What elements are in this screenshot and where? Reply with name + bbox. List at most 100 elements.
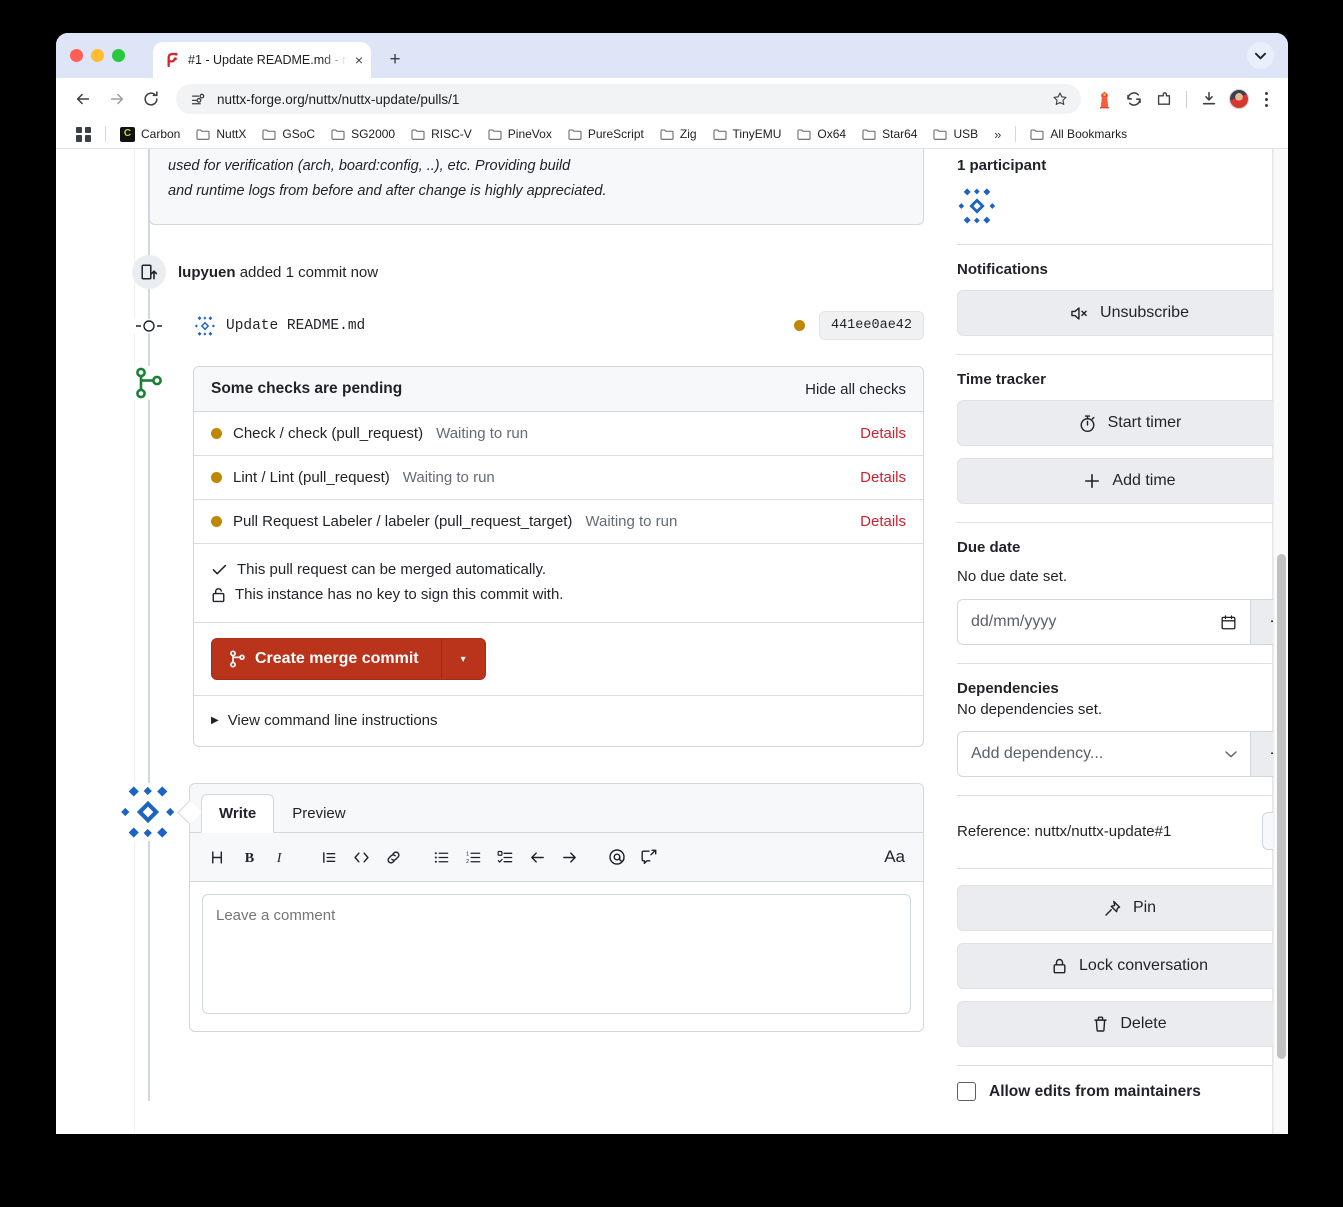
chevron-down-icon[interactable]	[1225, 750, 1237, 758]
address-bar[interactable]: nuttx-forge.org/nuttx/nuttx-update/pulls…	[176, 84, 1081, 114]
due-date-input-group: dd/mm/yyyy +	[957, 599, 1288, 645]
lock-icon	[1051, 957, 1068, 975]
bookmark-riscv[interactable]: RISC-V	[403, 124, 480, 144]
unordered-list-icon[interactable]	[426, 842, 456, 872]
scrollbar-thumb[interactable]	[1277, 554, 1286, 1059]
start-timer-button[interactable]: Start timer	[957, 400, 1288, 446]
minimize-window-button[interactable]	[91, 49, 104, 62]
comment-input[interactable]	[202, 894, 911, 1014]
check-status-icon	[211, 472, 222, 483]
pin-button[interactable]: Pin	[957, 885, 1288, 931]
reference-label: Reference: nuttx/nuttx-update#1	[957, 822, 1172, 840]
page-info-icon[interactable]	[190, 91, 207, 108]
link-icon[interactable]	[378, 842, 408, 872]
bookmark-purescript[interactable]: PureScript	[560, 124, 652, 144]
hide-all-checks-link[interactable]: Hide all checks	[805, 381, 906, 398]
arrow-right-icon[interactable]	[554, 842, 584, 872]
participant-avatar[interactable]	[957, 186, 1288, 226]
bookmark-carbon[interactable]: C Carbon	[112, 124, 188, 145]
arrow-left-icon[interactable]	[522, 842, 552, 872]
pin-label: Pin	[1132, 899, 1157, 916]
git-merge-icon	[131, 366, 165, 400]
pr-conversation: of the change is and why it is being mad…	[56, 149, 1288, 1101]
check-name[interactable]: Lint / Lint (pull_request)	[233, 469, 390, 486]
commit-message[interactable]: Update README.md	[226, 318, 365, 334]
close-window-button[interactable]	[70, 49, 83, 62]
unsubscribe-button[interactable]: Unsubscribe	[957, 290, 1288, 336]
create-merge-commit-button[interactable]: Create merge commit ▾	[211, 638, 486, 680]
bookmark-star-icon[interactable]	[1047, 86, 1073, 112]
allow-edits-checkbox[interactable]	[957, 1082, 976, 1101]
commit-author[interactable]: lupyuen	[178, 264, 236, 281]
check-details-link[interactable]: Details	[860, 513, 906, 530]
allow-edits-row[interactable]: Allow edits from maintainers	[957, 1082, 1288, 1101]
lock-conversation-button[interactable]: Lock conversation	[957, 943, 1288, 989]
quote-icon[interactable]	[314, 842, 344, 872]
lighthouse-icon[interactable]	[1091, 86, 1117, 112]
kebab-menu-icon[interactable]	[1256, 88, 1276, 110]
bookmark-label: Ox64	[817, 127, 847, 141]
tab-strip: #1 - Update README.md - nu × +	[56, 33, 1288, 78]
participants-heading: 1 participant	[957, 157, 1047, 174]
forgejo-icon	[164, 52, 180, 68]
reload-button[interactable]	[136, 84, 166, 114]
bookmark-star64[interactable]: Star64	[854, 124, 925, 144]
font-size-button[interactable]: Aa	[884, 847, 911, 867]
bookmark-gsoc[interactable]: GSoC	[254, 124, 323, 144]
bookmark-pinevox[interactable]: PineVox	[480, 124, 560, 144]
bookmark-sg2000[interactable]: SG2000	[323, 124, 403, 144]
browser-toolbar: nuttx-forge.org/nuttx/nuttx-update/pulls…	[56, 78, 1288, 120]
delete-button[interactable]: Delete	[957, 1001, 1288, 1047]
download-icon[interactable]	[1196, 86, 1222, 112]
italic-icon[interactable]: I	[266, 842, 296, 872]
bookmarks-overflow-button[interactable]: »	[986, 124, 1009, 145]
extension-icon[interactable]	[1151, 86, 1177, 112]
bookmark-usb[interactable]: USB	[925, 124, 986, 144]
check-name[interactable]: Check / check (pull_request)	[233, 425, 423, 442]
close-tab-button[interactable]: ×	[355, 53, 363, 67]
add-dependency-group: Add dependency... +	[957, 731, 1288, 777]
markdown-toolbar: B I 1 2 Aa	[190, 833, 923, 882]
task-list-icon[interactable]	[490, 842, 520, 872]
bookmark-label: GSoC	[282, 127, 316, 141]
folder-icon	[1030, 129, 1044, 140]
cli-instructions-toggle[interactable]: ▶ View command line instructions	[194, 696, 923, 746]
profile-avatar[interactable]	[1226, 86, 1252, 112]
new-tab-button[interactable]: +	[381, 46, 409, 74]
back-button[interactable]	[68, 84, 98, 114]
commit-sha[interactable]: 441ee0ae42	[818, 311, 924, 340]
apps-grid-button[interactable]	[68, 124, 99, 145]
tab-preview[interactable]: Preview	[274, 794, 363, 833]
commit-status-icon[interactable]	[793, 320, 805, 331]
due-date-input[interactable]: dd/mm/yyyy	[957, 599, 1250, 645]
chevron-down-icon[interactable]	[1247, 42, 1274, 69]
bold-icon[interactable]: B	[234, 842, 264, 872]
forward-button[interactable]	[102, 84, 132, 114]
maximize-window-button[interactable]	[112, 49, 125, 62]
vertical-scrollbar[interactable]	[1273, 149, 1288, 1134]
ordered-list-icon[interactable]: 12	[458, 842, 488, 872]
code-icon[interactable]	[346, 842, 376, 872]
check-details-link[interactable]: Details	[860, 469, 906, 486]
check-details-link[interactable]: Details	[860, 425, 906, 442]
reference-icon[interactable]	[634, 842, 664, 872]
sync-icon[interactable]	[1121, 86, 1147, 112]
dependencies-heading: Dependencies	[957, 680, 1059, 697]
browser-tab[interactable]: #1 - Update README.md - nu ×	[153, 42, 371, 78]
bookmark-nuttx[interactable]: NuttX	[188, 124, 254, 144]
add-time-button[interactable]: Add time	[957, 458, 1288, 504]
all-bookmarks-button[interactable]: All Bookmarks	[1022, 124, 1135, 144]
svg-text:I: I	[275, 850, 282, 866]
description-line-2: used for verification (arch, board:confi…	[168, 158, 571, 174]
bookmark-ox64[interactable]: Ox64	[789, 124, 854, 144]
bookmark-tinyemu[interactable]: TinyEMU	[705, 124, 790, 144]
mention-icon[interactable]	[602, 842, 632, 872]
heading-icon[interactable]	[202, 842, 232, 872]
add-dependency-select[interactable]: Add dependency...	[957, 731, 1250, 777]
bookmark-zig[interactable]: Zig	[652, 124, 705, 144]
cli-instructions-label: View command line instructions	[227, 712, 438, 729]
tab-write[interactable]: Write	[201, 794, 275, 833]
merge-options-caret[interactable]: ▾	[440, 639, 485, 679]
check-name[interactable]: Pull Request Labeler / labeler (pull_req…	[233, 513, 572, 530]
calendar-icon[interactable]	[1220, 614, 1237, 631]
